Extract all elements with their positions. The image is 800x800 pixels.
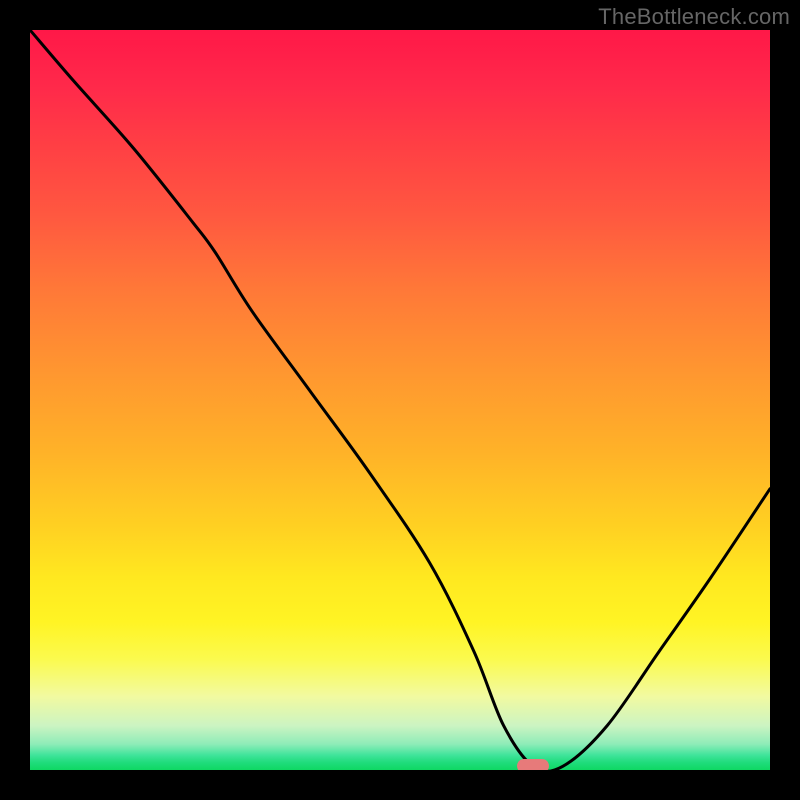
optimal-marker bbox=[517, 759, 549, 770]
watermark-text: TheBottleneck.com bbox=[598, 4, 790, 30]
chart-container: TheBottleneck.com bbox=[0, 0, 800, 800]
bottleneck-curve bbox=[30, 30, 770, 770]
plot-area bbox=[30, 30, 770, 770]
curve-layer bbox=[30, 30, 770, 770]
